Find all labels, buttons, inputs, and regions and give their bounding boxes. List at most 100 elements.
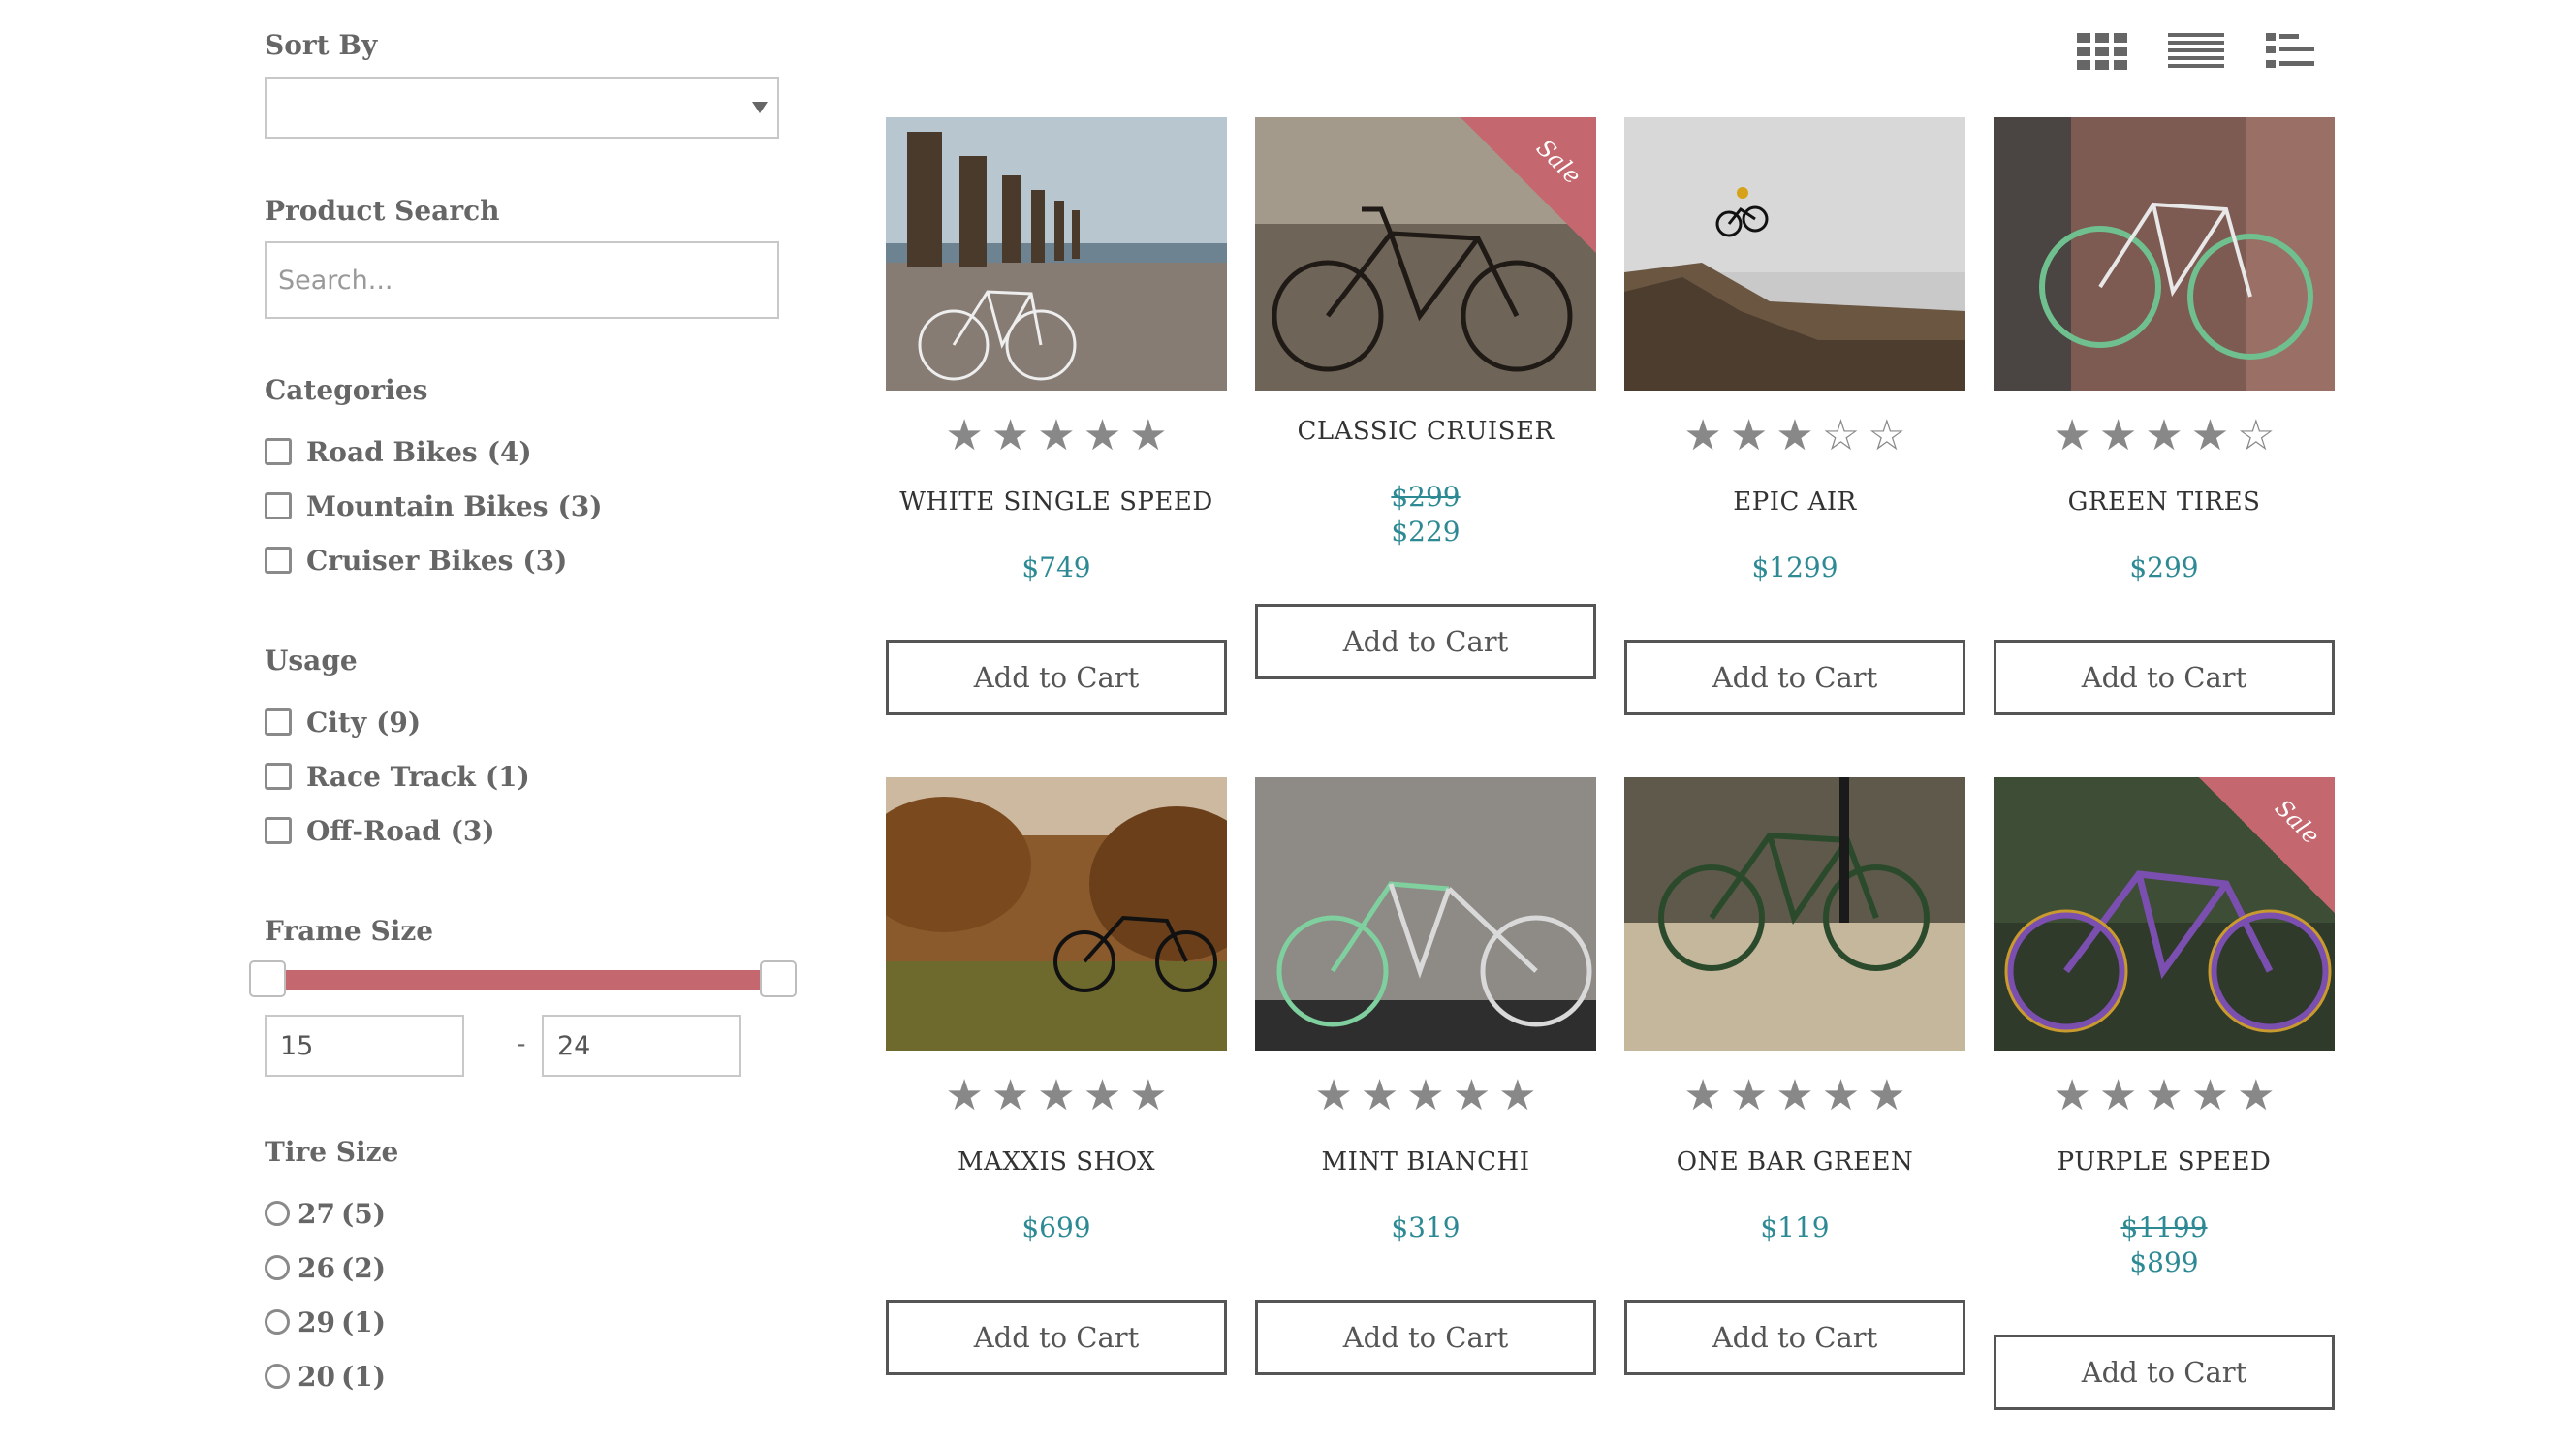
category-label: Cruiser Bikes xyxy=(306,544,514,577)
star-icon: ★ xyxy=(1729,1071,1769,1120)
product-image[interactable]: Sale xyxy=(1255,117,1596,391)
add-to-cart-button[interactable]: Add to Cart xyxy=(1624,640,1965,715)
product-image[interactable] xyxy=(1624,777,1965,1051)
tire-size-27[interactable]: 27 (5) xyxy=(265,1196,386,1231)
frame-size-max-input[interactable]: 24 xyxy=(542,1015,741,1077)
star-outline-icon: ☆ xyxy=(1821,411,1861,460)
usage-item-label: Race Track xyxy=(306,760,476,793)
product-name[interactable]: MAXXIS SHOX xyxy=(886,1147,1227,1177)
star-icon: ★ xyxy=(2053,1071,2091,1120)
star-icon: ★ xyxy=(1683,411,1722,460)
product-old-price: $299 xyxy=(1391,481,1461,513)
product-price: $1299 xyxy=(1751,551,1838,583)
rating-stars: ★ ★ ★ ☆ ☆ xyxy=(1624,415,1965,457)
usage-item-count: (3) xyxy=(450,814,495,847)
frame-size-min-input[interactable]: 15 xyxy=(265,1015,464,1077)
usage-item-count: (9) xyxy=(376,706,422,739)
star-icon: ★ xyxy=(1314,1071,1353,1120)
sort-by-select[interactable] xyxy=(265,77,779,139)
star-icon: ★ xyxy=(1037,1071,1076,1120)
radio[interactable] xyxy=(265,1309,290,1335)
checkbox[interactable] xyxy=(265,763,292,790)
rating-stars: ★ ★ ★ ★ ★ xyxy=(886,415,1227,457)
checkbox[interactable] xyxy=(265,438,292,465)
star-icon: ★ xyxy=(945,411,984,460)
product-image[interactable]: Sale xyxy=(1994,777,2335,1051)
checkbox[interactable] xyxy=(265,492,292,519)
add-to-cart-button[interactable]: Add to Cart xyxy=(1994,640,2335,715)
search-input[interactable] xyxy=(265,241,779,319)
usage-city[interactable]: City (9) xyxy=(265,705,421,739)
product-name[interactable]: ONE BAR GREEN xyxy=(1624,1147,1965,1177)
usage-label: Usage xyxy=(265,644,358,676)
frame-size-max-handle[interactable] xyxy=(760,960,797,997)
star-icon: ★ xyxy=(2053,411,2091,460)
product-search-label: Product Search xyxy=(265,195,500,227)
product-image[interactable] xyxy=(886,777,1227,1051)
frame-size-min-handle[interactable] xyxy=(249,960,286,997)
add-to-cart-button[interactable]: Add to Cart xyxy=(886,640,1227,715)
product-price: $749 xyxy=(1021,551,1091,583)
category-mountain-bikes[interactable]: Mountain Bikes (3) xyxy=(265,488,602,523)
add-to-cart-button[interactable]: Add to Cart xyxy=(1255,604,1596,679)
tire-size-29[interactable]: 29 (1) xyxy=(265,1305,386,1339)
product-name[interactable]: CLASSIC CRUISER xyxy=(1255,417,1596,446)
star-icon: ★ xyxy=(2190,411,2230,460)
add-to-cart-button[interactable]: Add to Cart xyxy=(1255,1300,1596,1375)
product-name[interactable]: EPIC AIR xyxy=(1624,487,1965,517)
list-view-icon[interactable] xyxy=(2168,33,2224,70)
star-icon: ★ xyxy=(1129,1071,1168,1120)
product-price: $229 xyxy=(1391,516,1461,548)
tire-size-20[interactable]: 20 (1) xyxy=(265,1359,386,1394)
category-road-bikes[interactable]: Road Bikes (4) xyxy=(265,434,532,469)
star-icon: ★ xyxy=(945,1071,984,1120)
category-count: (4) xyxy=(487,435,532,468)
sale-ribbon xyxy=(2199,777,2335,913)
usage-race-track[interactable]: Race Track (1) xyxy=(265,759,530,794)
rating-stars: ★ ★ ★ ★ ★ xyxy=(1255,1075,1596,1117)
add-to-cart-button[interactable]: Add to Cart xyxy=(886,1300,1227,1375)
checkbox[interactable] xyxy=(265,547,292,574)
frame-size-range-track[interactable] xyxy=(269,970,793,990)
category-label: Road Bikes xyxy=(306,435,478,468)
detail-list-view-icon[interactable] xyxy=(2266,33,2314,70)
star-icon: ★ xyxy=(1775,1071,1814,1120)
chevron-down-icon xyxy=(752,102,768,113)
grid-view-icon[interactable] xyxy=(2077,33,2127,70)
checkbox[interactable] xyxy=(265,708,292,736)
add-to-cart-button[interactable]: Add to Cart xyxy=(1994,1335,2335,1410)
rating-stars: ★ ★ ★ ★ ★ xyxy=(886,1075,1227,1117)
usage-off-road[interactable]: Off-Road (3) xyxy=(265,813,495,848)
tire-size-count: (5) xyxy=(340,1197,386,1230)
product-image[interactable] xyxy=(886,117,1227,391)
product-name[interactable]: GREEN TIRES xyxy=(1994,487,2335,517)
category-cruiser-bikes[interactable]: Cruiser Bikes (3) xyxy=(265,543,567,578)
star-icon: ★ xyxy=(1083,411,1122,460)
rating-stars: ★ ★ ★ ★ ★ xyxy=(1994,1075,2335,1117)
product-name[interactable]: MINT BIANCHI xyxy=(1255,1147,1596,1177)
category-count: (3) xyxy=(522,544,568,577)
product-image[interactable] xyxy=(1255,777,1596,1051)
usage-item-label: Off-Road xyxy=(306,814,441,847)
radio[interactable] xyxy=(265,1201,290,1226)
product-image[interactable] xyxy=(1994,117,2335,391)
star-icon: ★ xyxy=(1498,1071,1537,1120)
checkbox[interactable] xyxy=(265,817,292,844)
tire-size-value: 20 xyxy=(298,1360,335,1393)
product-name[interactable]: PURPLE SPEED xyxy=(1994,1147,2335,1177)
add-to-cart-button[interactable]: Add to Cart xyxy=(1624,1300,1965,1375)
range-separator: - xyxy=(517,1027,526,1059)
star-icon: ★ xyxy=(1129,411,1168,460)
category-label: Mountain Bikes xyxy=(306,489,549,522)
star-icon: ★ xyxy=(1821,1071,1861,1120)
star-icon: ★ xyxy=(1037,411,1076,460)
star-icon: ★ xyxy=(2237,1071,2276,1120)
product-name[interactable]: WHITE SINGLE SPEED xyxy=(886,487,1227,517)
radio[interactable] xyxy=(265,1255,290,1280)
radio[interactable] xyxy=(265,1364,290,1389)
tire-size-value: 26 xyxy=(298,1251,335,1284)
tire-size-count: (1) xyxy=(340,1305,386,1338)
product-price: $299 xyxy=(2129,551,2199,583)
product-image[interactable] xyxy=(1624,117,1965,391)
tire-size-26[interactable]: 26 (2) xyxy=(265,1250,386,1285)
